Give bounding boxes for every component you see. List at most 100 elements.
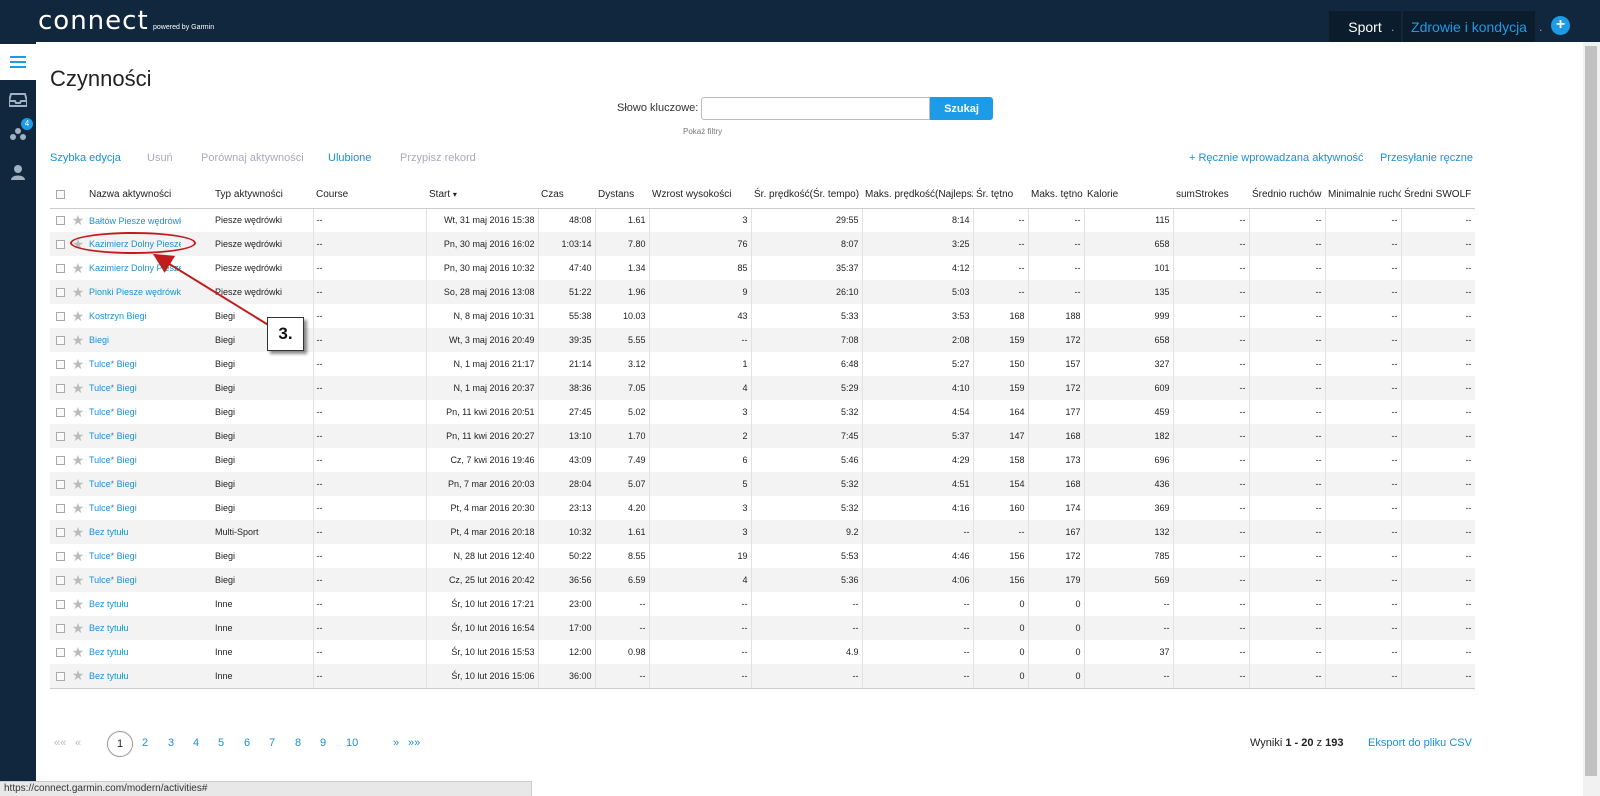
table-row[interactable]: ★ Bez tytułu Inne -- Śr, 10 lut 2016 15:06 36… [50, 664, 1475, 689]
scrollbar-thumb[interactable] [1585, 46, 1597, 776]
activity-name-link[interactable]: Tulce* Biegi [86, 448, 212, 472]
page-link[interactable]: 4 [193, 737, 199, 749]
row-checkbox[interactable] [50, 208, 70, 232]
activity-name-link[interactable]: Tulce* Biegi [86, 400, 212, 424]
star-icon[interactable]: ★ [70, 280, 86, 304]
row-checkbox[interactable] [50, 352, 70, 376]
column-header[interactable]: sumStrokes [1173, 182, 1249, 209]
row-checkbox[interactable] [50, 544, 70, 568]
inbox-icon[interactable] [0, 82, 36, 118]
star-icon[interactable]: ★ [70, 376, 86, 400]
activity-name-link[interactable]: Bez tytułu [86, 616, 212, 640]
assign-record-link[interactable]: Przypisz rekord [400, 152, 476, 164]
row-checkbox[interactable] [50, 520, 70, 544]
logo[interactable]: connect [38, 6, 149, 36]
row-checkbox[interactable] [50, 640, 70, 664]
page-link[interactable]: 7 [269, 737, 275, 749]
star-icon[interactable]: ★ [70, 592, 86, 616]
column-header[interactable]: Maks. prędkość(Najlepsze tempo) [862, 182, 973, 209]
star-icon[interactable]: ★ [70, 496, 86, 520]
search-button[interactable]: Szukaj [930, 97, 993, 120]
table-row[interactable]: ★ Tulce* Biegi Biegi -- N, 28 lut 2016 12:40… [50, 544, 1475, 568]
prev-page-link[interactable]: « [75, 737, 81, 749]
column-header[interactable]: Dystans [595, 182, 649, 209]
add-button[interactable]: + [1551, 16, 1570, 35]
activity-name-link[interactable]: Tulce* Biegi [86, 376, 212, 400]
column-header[interactable]: Kalorie [1084, 182, 1173, 209]
last-page-link[interactable]: »» [408, 737, 420, 749]
compare-link[interactable]: Porównaj aktywności [201, 152, 304, 164]
row-checkbox[interactable] [50, 664, 70, 689]
page-link[interactable]: 9 [320, 737, 326, 749]
activity-name-link[interactable]: Bez tytułu [86, 592, 212, 616]
table-row[interactable]: ★ Bez tytułu Multi-Sport -- Pt, 4 mar 2016 2… [50, 520, 1475, 544]
column-header[interactable]: Śr. prędkość(Śr. tempo) [751, 182, 862, 209]
table-row[interactable]: ★ Tulce* Biegi Biegi -- Pn, 11 kwi 2016 20:2… [50, 424, 1475, 448]
table-row[interactable]: ★ Biegi Biegi -- Wt, 3 maj 2016 20:49 39:35 5.… [50, 328, 1475, 352]
star-icon[interactable]: ★ [70, 520, 86, 544]
row-checkbox[interactable] [50, 568, 70, 592]
manual-activity-link[interactable]: + Ręcznie wprowadzana aktywność [1189, 152, 1364, 164]
column-header[interactable]: Typ aktywności [212, 182, 313, 209]
first-page-link[interactable]: «« [54, 737, 66, 749]
page-link[interactable]: 8 [295, 737, 301, 749]
column-header[interactable]: Course [313, 182, 426, 209]
column-header-start[interactable]: Start ▾ [426, 182, 538, 209]
star-icon[interactable]: ★ [70, 208, 86, 232]
star-icon[interactable]: ★ [70, 400, 86, 424]
page-link[interactable]: 6 [244, 737, 250, 749]
keyword-input[interactable] [701, 97, 930, 120]
next-page-link[interactable]: » [393, 737, 399, 749]
table-row[interactable]: ★ Bez tytułu Inne -- Śr, 10 lut 2016 17:21 23… [50, 592, 1475, 616]
row-checkbox[interactable] [50, 592, 70, 616]
manual-upload-link[interactable]: Przesyłanie ręczne [1380, 152, 1473, 164]
delete-link[interactable]: Usuń [147, 152, 173, 164]
table-row[interactable]: ★ Tulce* Biegi Biegi -- N, 1 maj 2016 20:37 3… [50, 376, 1475, 400]
page-link[interactable]: 2 [142, 737, 148, 749]
connections-icon[interactable]: 4 [0, 116, 36, 152]
activity-name-link[interactable]: Tulce* Biegi [86, 496, 212, 520]
star-icon[interactable]: ★ [70, 568, 86, 592]
row-checkbox[interactable] [50, 616, 70, 640]
activity-name-link[interactable]: Bez tytułu [86, 640, 212, 664]
column-header[interactable]: Nazwa aktywności [86, 182, 212, 209]
activity-name-link[interactable]: Tulce* Biegi [86, 424, 212, 448]
column-header[interactable]: Wzrost wysokości [649, 182, 751, 209]
star-icon[interactable]: ★ [70, 640, 86, 664]
column-header[interactable]: Średni SWOLF [1401, 182, 1475, 209]
table-row[interactable]: ★ Tulce* Biegi Biegi -- Pn, 7 mar 2016 20:03… [50, 472, 1475, 496]
column-header[interactable]: Minimalnie ruchów [1325, 182, 1401, 209]
star-icon[interactable]: ★ [70, 448, 86, 472]
star-icon[interactable]: ★ [70, 256, 86, 280]
show-filters-link[interactable]: Pokaż filtry [683, 127, 722, 136]
column-header[interactable]: Śr. tętno [973, 182, 1028, 209]
column-header[interactable]: Średnio ruchów [1249, 182, 1325, 209]
row-checkbox[interactable] [50, 448, 70, 472]
table-row[interactable]: ★ Tulce* Biegi Biegi -- N, 1 maj 2016 21:17 2… [50, 352, 1475, 376]
row-checkbox[interactable] [50, 256, 70, 280]
table-row[interactable]: ★ Bez tytułu Inne -- Śr, 10 lut 2016 15:53 12… [50, 640, 1475, 664]
favorites-link[interactable]: Ulubione [328, 152, 371, 164]
row-checkbox[interactable] [50, 400, 70, 424]
activity-name-link[interactable]: Tulce* Biegi [86, 472, 212, 496]
activity-name-link[interactable]: Biegi [86, 328, 212, 352]
page-link[interactable]: 10 [346, 737, 358, 749]
table-row[interactable]: ★ Tulce* Biegi Biegi -- Cz, 25 lut 2016 20:4… [50, 568, 1475, 592]
row-checkbox[interactable] [50, 424, 70, 448]
user-icon[interactable] [0, 154, 36, 190]
row-checkbox[interactable] [50, 496, 70, 520]
star-icon[interactable]: ★ [70, 664, 86, 689]
hamburger-icon[interactable] [0, 44, 36, 80]
star-icon[interactable]: ★ [70, 544, 86, 568]
star-icon[interactable]: ★ [70, 616, 86, 640]
select-all-checkbox[interactable] [50, 182, 70, 209]
tab-health[interactable]: Zdrowie i kondycja [1403, 11, 1535, 42]
table-row[interactable]: ★ Kazimierz Dolny Piesze Piesze wędrówki --… [50, 232, 1475, 256]
table-row[interactable]: ★ Bez tytułu Inne -- Śr, 10 lut 2016 16:54 17… [50, 616, 1475, 640]
table-row[interactable]: ★ Tulce* Biegi Biegi -- Cz, 7 kwi 2016 19:46… [50, 448, 1475, 472]
activity-name-link[interactable]: Tulce* Biegi [86, 352, 212, 376]
activity-name-link[interactable]: Bez tytułu [86, 664, 212, 689]
table-row[interactable]: ★ Bałtów Piesze wędrówki Piesze wędrówki --… [50, 208, 1475, 232]
activity-name-link[interactable]: Pionki Piesze wędrówki [86, 280, 212, 304]
table-row[interactable]: ★ Kazimierz Dolny Piesze Piesze wędrówki --… [50, 256, 1475, 280]
